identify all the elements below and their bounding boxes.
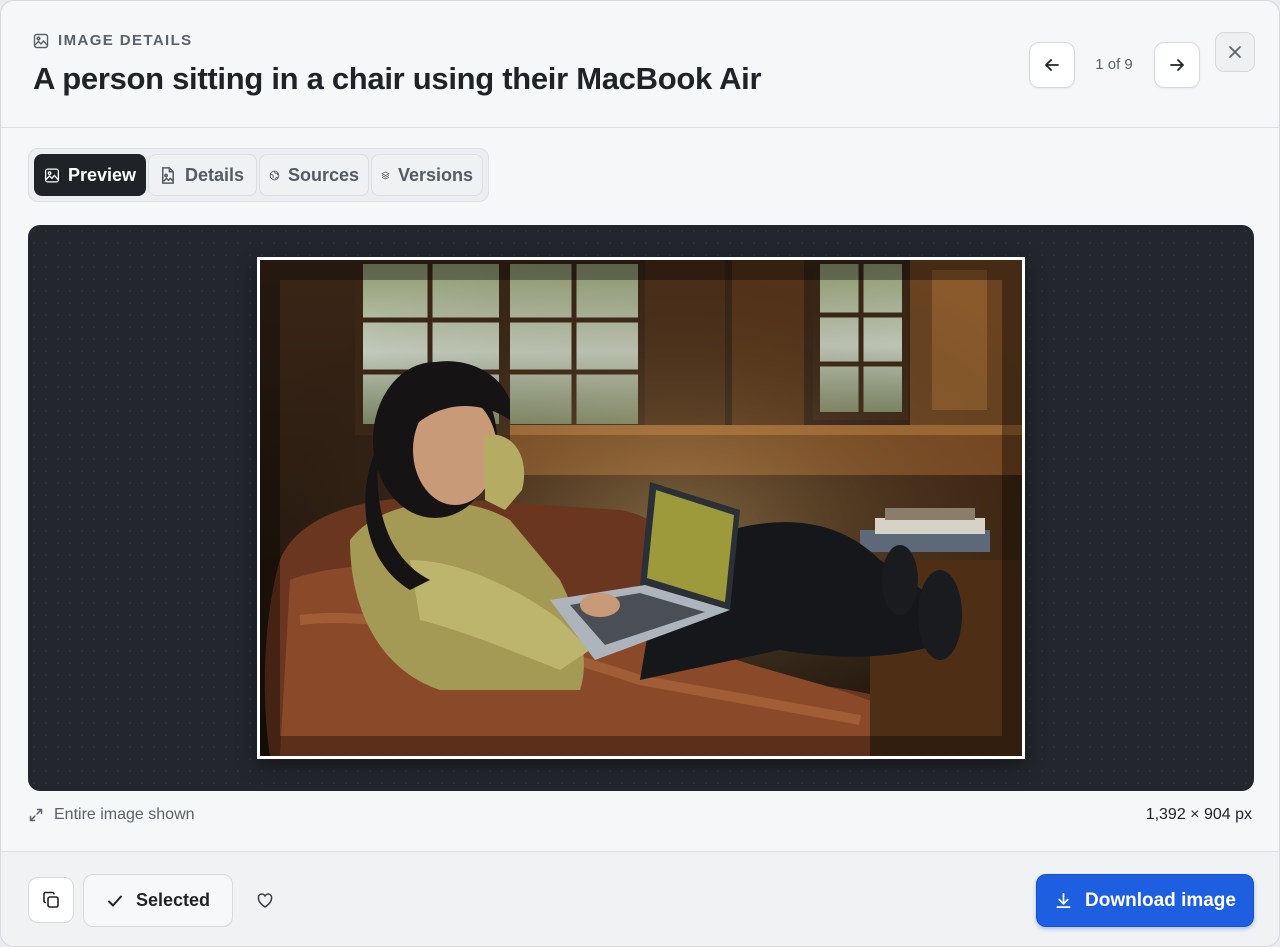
download-icon — [1056, 892, 1071, 909]
modal-header: IMAGE DETAILS A person sitting in a chai… — [1, 1, 1279, 128]
tab-versions[interactable]: Versions — [371, 154, 483, 196]
preview-status: Entire image shown — [28, 806, 195, 824]
image-preview[interactable] — [257, 257, 1025, 759]
page-title: A person sitting in a chair using their … — [33, 61, 762, 96]
image-counter: 1 of 9 — [1095, 56, 1133, 73]
tab-label: Preview — [67, 164, 136, 185]
tab-preview[interactable]: Preview — [34, 154, 146, 196]
tab-sources[interactable]: Sources — [259, 154, 369, 196]
image-details-modal: IMAGE DETAILS A person sitting in a chai… — [0, 0, 1280, 947]
expand-icon — [29, 808, 43, 822]
image-dimensions: 1,392 × 904 px — [1145, 806, 1252, 823]
arrow-left-icon — [1045, 59, 1059, 71]
download-label: Download image — [1085, 889, 1236, 911]
globe-icon — [269, 170, 280, 180]
favorite-button[interactable] — [251, 886, 279, 914]
preview-status-label: Entire image shown — [54, 806, 195, 823]
download-button[interactable]: Download image — [1036, 874, 1254, 927]
close-button[interactable] — [1215, 32, 1255, 72]
photo — [260, 260, 1022, 756]
next-button[interactable] — [1154, 42, 1200, 88]
image-icon — [33, 33, 49, 48]
preview-stage — [28, 225, 1254, 791]
eyebrow-label: IMAGE DETAILS — [58, 32, 193, 49]
tab-label: Versions — [397, 164, 473, 185]
copy-button[interactable] — [28, 877, 74, 923]
tab-label: Sources — [287, 164, 359, 185]
file-image-icon — [161, 166, 174, 184]
heart-icon — [257, 893, 273, 908]
check-icon — [107, 895, 122, 906]
copy-icon — [43, 891, 59, 908]
tab-bar: Preview Details Sources Versions — [28, 148, 489, 202]
eyebrow: IMAGE DETAILS — [33, 32, 193, 49]
arrow-right-icon — [1170, 59, 1184, 71]
previous-button[interactable] — [1029, 42, 1075, 88]
tab-details[interactable]: Details — [148, 154, 257, 196]
tab-label: Details — [185, 164, 245, 185]
layers-icon — [381, 171, 390, 179]
close-icon — [1229, 46, 1241, 58]
image-icon — [44, 167, 59, 183]
modal-footer: Selected Download image — [1, 851, 1279, 946]
selected-button[interactable]: Selected — [83, 874, 233, 927]
selected-label: Selected — [135, 890, 211, 910]
